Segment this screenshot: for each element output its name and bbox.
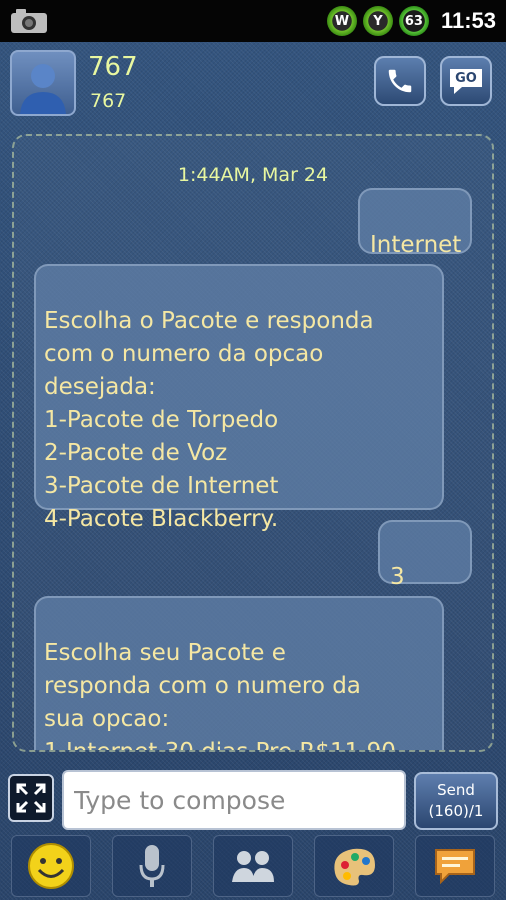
send-label: Send — [437, 781, 475, 799]
camera-icon — [11, 9, 47, 33]
conversation-header: 767 767 GO — [0, 42, 506, 124]
avatar[interactable] — [10, 50, 76, 116]
incoming-message[interactable]: Escolha o Pacote e responda com o numero… — [34, 264, 444, 532]
call-button[interactable] — [374, 56, 426, 106]
theme-button[interactable] — [314, 835, 395, 897]
expand-icon — [16, 783, 46, 813]
char-counter: (160)/1 — [428, 802, 484, 820]
incoming-message[interactable]: Escolha seu Pacote e responda com o nume… — [34, 596, 444, 752]
compose-input[interactable] — [62, 770, 406, 830]
w-status-icon: W — [326, 6, 357, 36]
outgoing-message[interactable]: Internet — [358, 188, 472, 258]
send-button[interactable]: Send (160)/1 — [414, 772, 498, 830]
compose-bar: Send (160)/1 — [0, 760, 506, 832]
sms-button[interactable] — [415, 835, 496, 897]
contact-name: 767 — [88, 52, 138, 82]
conversation-list[interactable]: 1:44AM, Mar 24 Internet Escolha o Pacote… — [12, 134, 494, 752]
status-clock: 11:53 — [440, 8, 496, 33]
palette-icon — [334, 848, 376, 886]
microphone-icon — [139, 845, 165, 887]
battery-icon: 63 — [398, 6, 429, 36]
contacts-button[interactable] — [212, 835, 293, 897]
y-status-icon: Y — [362, 6, 393, 36]
message-text: 3 — [390, 564, 405, 590]
contact-number: 767 — [90, 90, 127, 112]
people-icon — [231, 851, 274, 882]
message-text: Escolha o Pacote e responda com o numero… — [44, 308, 374, 532]
bottom-toolbar — [0, 832, 506, 900]
outgoing-message[interactable]: 3 — [378, 520, 472, 590]
message-timestamp: 1:44AM, Mar 24 — [177, 164, 329, 186]
emoji-button[interactable] — [10, 835, 91, 897]
go-label: GO — [455, 71, 477, 86]
message-text: Internet — [370, 232, 462, 258]
go-button[interactable]: GO — [440, 56, 492, 106]
message-icon — [435, 849, 476, 885]
phone-icon — [388, 69, 412, 93]
expand-button[interactable] — [8, 774, 54, 822]
contact-silhouette-icon — [20, 64, 66, 114]
voice-button[interactable] — [111, 835, 192, 897]
message-text: Escolha seu Pacote e responda com o nume… — [44, 640, 396, 752]
status-bar: W Y 63 11:53 — [0, 0, 506, 42]
battery-level: 63 — [404, 13, 423, 29]
smiley-icon — [27, 843, 74, 889]
